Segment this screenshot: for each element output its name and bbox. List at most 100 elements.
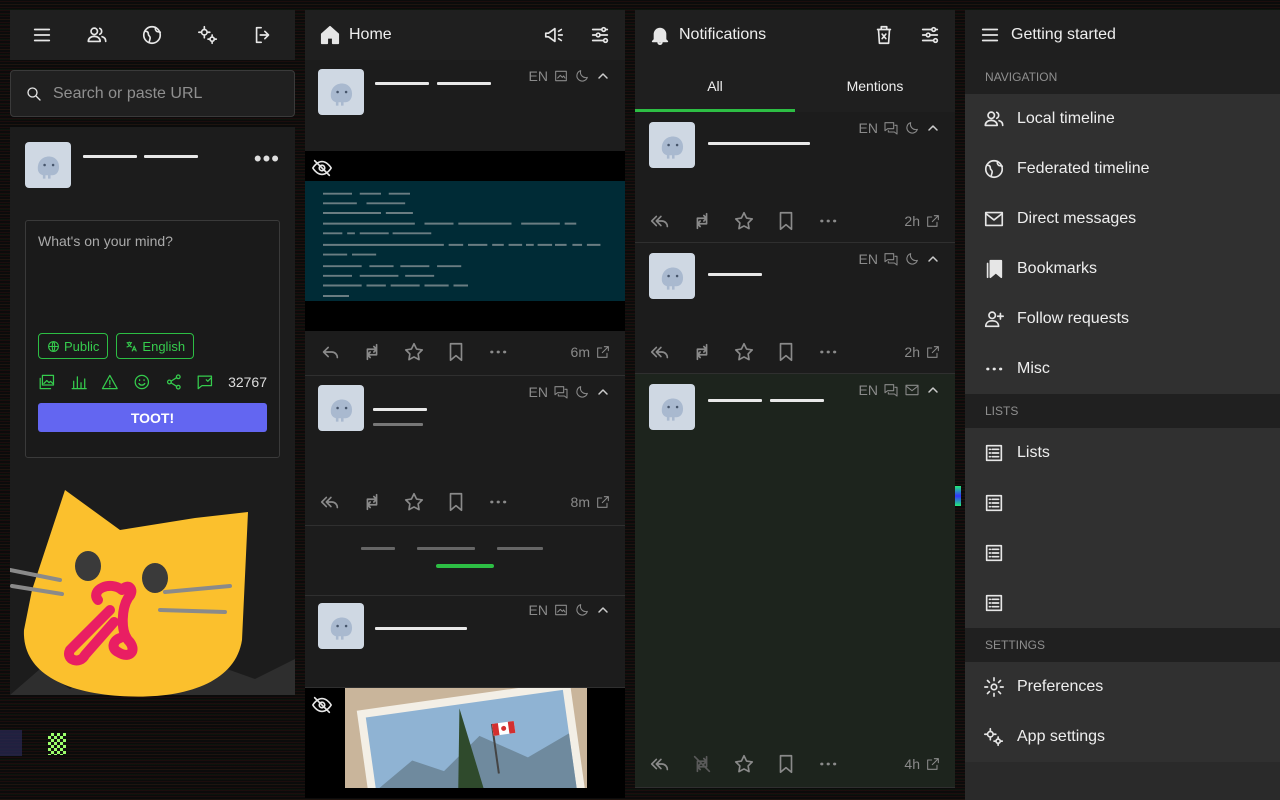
avatar[interactable] [649,122,695,168]
more-icon[interactable] [817,210,859,232]
home-icon [320,25,340,45]
emoji-icon[interactable] [133,373,151,391]
column-settings-icon[interactable] [919,24,941,46]
notifications-header[interactable]: Notifications [635,10,955,60]
status-card[interactable]: EN [305,596,625,688]
share-icon[interactable] [165,373,183,391]
status-actions: 6m [305,341,625,363]
language-button[interactable]: English [116,333,195,359]
toot-button[interactable]: TOOT! [38,403,267,432]
home-header[interactable]: Home [305,10,625,60]
favourite-icon[interactable] [733,753,775,775]
logout-icon[interactable] [243,15,283,55]
status-time[interactable]: 2h [904,344,941,360]
navigation-section-header: NAVIGATION [965,60,1280,94]
reply-all-icon[interactable] [649,341,691,363]
menu-item-app-settings[interactable]: App settings [965,712,1280,762]
bookmark-icon[interactable] [775,341,817,363]
bookmark-icon[interactable] [445,341,487,363]
gears-icon[interactable] [188,15,228,55]
menu-item-federated-timeline[interactable]: Federated timeline [965,144,1280,194]
menu-item-direct-messages[interactable]: Direct messages [965,194,1280,244]
more-icon[interactable] [817,341,859,363]
more-options-icon[interactable]: ••• [254,146,280,172]
reply-all-icon[interactable] [649,753,691,775]
favourite-icon[interactable] [403,341,445,363]
collapse-icon[interactable] [595,384,611,400]
favourite-icon[interactable] [733,210,775,232]
menu-item-misc[interactable]: Misc [965,344,1280,394]
hide-media-icon[interactable] [311,694,333,716]
poll-icon[interactable] [70,373,88,391]
bookmark-icon[interactable] [775,753,817,775]
language-tag: EN [858,120,878,136]
avatar[interactable] [649,253,695,299]
visibility-button[interactable]: Public [38,333,109,359]
hide-media-icon[interactable] [311,157,333,179]
collapse-icon[interactable] [595,602,611,618]
boost-icon[interactable] [361,491,403,513]
avatar[interactable] [318,385,364,431]
media-attachment[interactable] [305,688,625,798]
more-icon[interactable] [487,341,529,363]
list-item[interactable] [965,528,1280,578]
bookmark-icon[interactable] [445,491,487,513]
notification-card-direct[interactable]: EN 4h [635,374,955,788]
collapse-icon[interactable] [925,120,941,136]
collapse-icon[interactable] [925,382,941,398]
people-icon[interactable] [77,15,117,55]
notification-card[interactable]: EN 2h [635,243,955,374]
list-item[interactable] [965,578,1280,628]
favourite-icon[interactable] [733,341,775,363]
warning-icon[interactable] [101,373,119,391]
search-box[interactable] [10,70,295,117]
more-icon[interactable] [817,753,859,775]
column-settings-icon[interactable] [589,24,611,46]
mail-icon [905,384,919,396]
avatar[interactable] [318,69,364,115]
compose-textarea[interactable]: What's on your mind? Public English 3276… [25,220,280,458]
menu-item-follow-requests[interactable]: Follow requests [965,294,1280,344]
tab-all[interactable]: All [635,60,795,112]
favourite-icon[interactable] [403,491,445,513]
status-time[interactable]: 4h [904,756,941,772]
menu-item-bookmarks[interactable]: Bookmarks [965,244,1280,294]
status-card[interactable]: EN 8m [305,376,625,526]
image-icon[interactable] [38,373,56,391]
status-time[interactable]: 2h [904,213,941,229]
boost-icon[interactable] [691,210,733,232]
avatar[interactable] [649,384,695,430]
collapse-icon[interactable] [925,251,941,267]
menu-icon[interactable] [22,15,62,55]
menu-item-preferences[interactable]: Preferences [965,662,1280,712]
media-attachment[interactable] [305,151,625,331]
reply-all-icon[interactable] [319,491,361,513]
reply-all-icon[interactable] [649,210,691,232]
avatar[interactable] [318,603,364,649]
menu-item-lists[interactable]: Lists [965,428,1280,478]
boost-icon[interactable] [361,341,403,363]
collapse-icon[interactable] [595,68,611,84]
bookmark-icon[interactable] [775,210,817,232]
avatar[interactable] [25,142,71,188]
menu-item-local-timeline[interactable]: Local timeline [965,94,1280,144]
clear-notifications-icon[interactable] [873,24,895,46]
globe-icon[interactable] [132,15,172,55]
boost-icon[interactable] [691,341,733,363]
status-time[interactable]: 8m [571,494,611,510]
announcements-icon[interactable] [543,24,565,46]
background-glitch [955,486,961,506]
list-item[interactable] [965,478,1280,528]
globe-icon [48,340,59,352]
more-icon[interactable] [487,491,529,513]
search-input[interactable] [53,84,273,103]
notification-card[interactable]: EN 2h [635,112,955,243]
content-warning-icon[interactable] [196,373,214,391]
tab-mentions[interactable]: Mentions [795,60,955,112]
status-card[interactable]: EN [305,60,625,376]
getting-started-header[interactable]: Getting started [965,10,1280,60]
status-time[interactable]: 6m [571,344,611,360]
load-more-gap[interactable] [305,526,625,596]
character-count: 32767 [228,374,267,390]
reply-icon[interactable] [319,341,361,363]
